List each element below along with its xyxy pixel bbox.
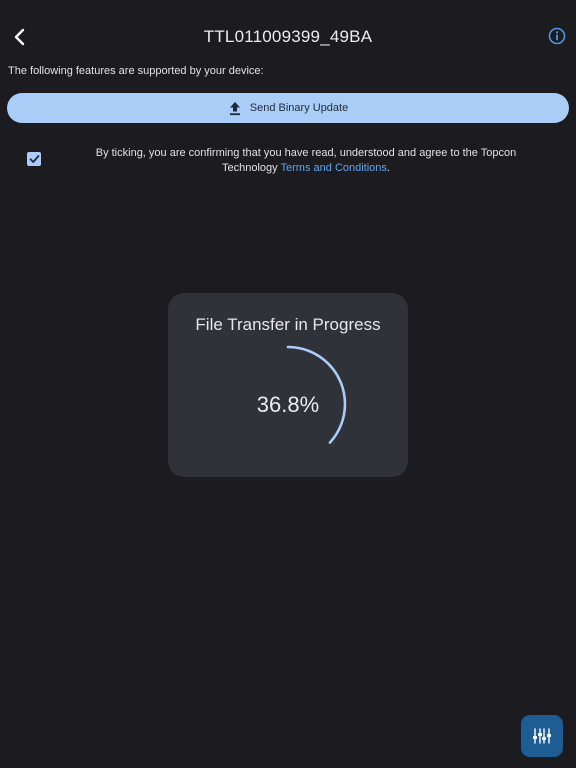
checkmark-icon bbox=[29, 155, 39, 163]
upload-icon bbox=[229, 101, 240, 115]
send-binary-update-label: Send Binary Update bbox=[249, 102, 349, 114]
terms-checkbox[interactable] bbox=[27, 152, 41, 166]
equalizer-button[interactable] bbox=[521, 715, 563, 757]
terms-agreement-text: By ticking, you are confirming that you … bbox=[70, 146, 542, 176]
app-header: TTL011009399_49BA bbox=[0, 0, 576, 72]
screen: TTL011009399_49BA The following features… bbox=[0, 0, 576, 768]
terms-agreement-suffix: . bbox=[386, 162, 390, 174]
terms-and-conditions-link[interactable]: Terms and Conditions bbox=[281, 162, 387, 174]
send-binary-update-button[interactable]: Send Binary Update bbox=[7, 93, 569, 123]
features-label: The following features are supported by … bbox=[8, 65, 264, 77]
file-transfer-title: File Transfer in Progress bbox=[195, 315, 381, 334]
info-circle-icon bbox=[548, 27, 566, 45]
page-title: TTL011009399_49BA bbox=[203, 27, 373, 46]
file-transfer-dialog: File Transfer in Progress 36.8% bbox=[168, 293, 408, 477]
equalizer-sliders-icon bbox=[533, 728, 551, 744]
progress-percentage: 36.8% bbox=[256, 392, 320, 417]
info-button[interactable] bbox=[548, 27, 566, 45]
